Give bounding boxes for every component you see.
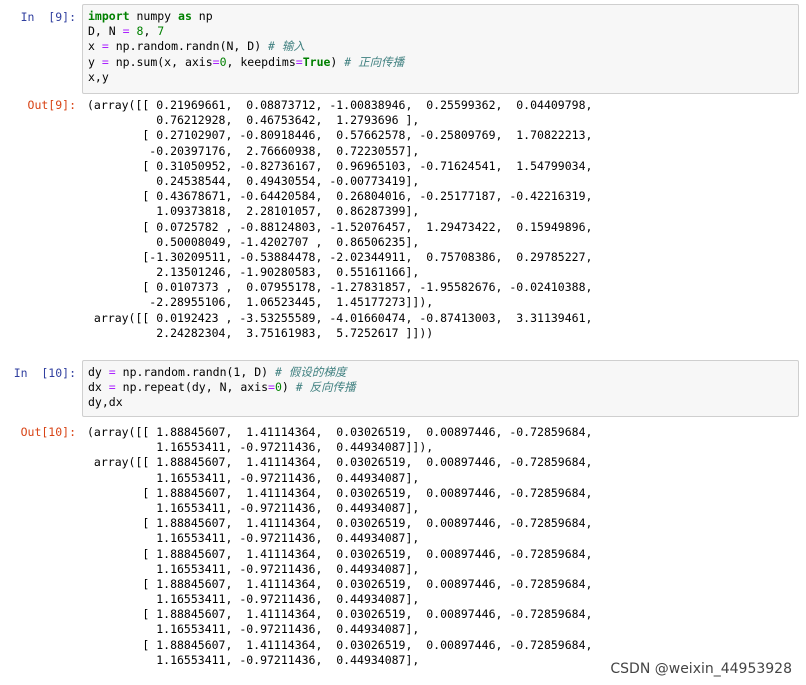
code-text: dy: [88, 365, 109, 379]
operator: =: [101, 39, 109, 54]
output-area: (array([[ 0.21969661, 0.08873712, -1.008…: [87, 98, 799, 341]
output-line: (array([[ 1.88845607, 1.41114364, 0.0302…: [87, 425, 593, 439]
code-text: np: [191, 9, 213, 23]
watermark: CSDN @weixin_44953928: [610, 661, 792, 677]
output-prompt: Out[9]:: [27, 98, 76, 112]
output-line: [ 1.88845607, 1.41114364, 0.03026519, 0.…: [87, 546, 593, 561]
output-line: [ 1.88845607, 1.41114364, 0.03026519, 0.…: [87, 485, 593, 500]
operator: =: [212, 54, 220, 69]
code-text: ): [281, 380, 296, 395]
output-line: 1.16553411, -0.97211436, 0.44934087],: [87, 561, 420, 576]
code-text: np.repeat(dy, N, axis: [115, 380, 269, 395]
output-line: 1.16553411, -0.97211436, 0.44934087]]),: [87, 440, 434, 455]
code-editor[interactable]: import numpy as np D, N = 8, 7 x = np.ra…: [82, 4, 799, 94]
output-line: 2.24282304, 3.75161983, 5.7252617 ]])): [87, 325, 434, 340]
output-line: array([[ 0.0192423 , -3.53255589, -4.016…: [87, 310, 593, 325]
code-editor[interactable]: dy = np.random.randn(1, D) # 假设的梯度 dx = …: [82, 360, 799, 417]
code-text: np.random.randn(1, D): [115, 365, 275, 379]
keyword: import: [88, 9, 130, 23]
code-text: ,: [143, 24, 158, 39]
operator: =: [108, 380, 116, 395]
keyword: True: [302, 54, 331, 69]
code-text: x: [88, 39, 102, 54]
output-line: [ 0.43678671, -0.64420584, 0.26804016, -…: [87, 189, 593, 204]
output-line: 1.16553411, -0.97211436, 0.44934087],: [87, 500, 420, 515]
input-prompt: In [9]:: [20, 10, 76, 24]
comment: # 假设的梯度: [274, 365, 347, 379]
comment: # 反向传播: [295, 380, 356, 395]
output-line: 1.16553411, -0.97211436, 0.44934087],: [87, 592, 420, 607]
code-text: x,y: [88, 69, 109, 84]
input-prompt: In [10]:: [13, 366, 76, 380]
code-text: ): [330, 54, 345, 69]
code-text: dx: [88, 380, 109, 395]
code-text: y: [88, 54, 102, 69]
operator: =: [101, 54, 109, 69]
output-line: [ 1.88845607, 1.41114364, 0.03026519, 0.…: [87, 607, 593, 622]
number: 7: [157, 24, 165, 39]
output-area: (array([[ 1.88845607, 1.41114364, 0.0302…: [87, 425, 799, 668]
output-line: -2.28955106, 1.06523445, 1.45177273]]),: [87, 295, 434, 310]
notebook: In [9]: import numpy as np D, N = 8, 7 x…: [0, 0, 806, 685]
output-line: (array([[ 0.21969661, 0.08873712, -1.008…: [87, 98, 593, 112]
operator: =: [268, 380, 275, 395]
output-line: -0.20397176, 2.76660938, 0.72230557],: [87, 143, 420, 158]
keyword: as: [178, 9, 192, 23]
output-line: 0.24538544, 0.49430554, -0.00773419],: [87, 173, 420, 188]
code-text: np.random.randn(N, D): [108, 39, 269, 54]
code-line: D, N = 8, 7: [88, 24, 793, 39]
code-text: np.sum(x, axis: [108, 54, 213, 69]
operator: =: [295, 54, 303, 69]
code-line: dy,dx: [88, 395, 793, 410]
output-line: 2.13501246, -1.90280583, 0.55161166],: [87, 265, 420, 280]
code-text: , keepdims: [226, 54, 296, 69]
output-line: [ 0.31050952, -0.82736167, 0.96965103, -…: [87, 158, 593, 173]
output-line: [ 1.88845607, 1.41114364, 0.03026519, 0.…: [87, 516, 593, 531]
code-line: y = np.sum(x, axis=0, keepdims=True) # 正…: [88, 55, 793, 70]
output-line: 1.16553411, -0.97211436, 0.44934087],: [87, 470, 420, 485]
output-prompt: Out[10]:: [20, 425, 76, 439]
code-text: D, N: [88, 24, 123, 39]
output-line: [ 1.88845607, 1.41114364, 0.03026519, 0.…: [87, 576, 593, 591]
operator: =: [108, 365, 116, 379]
output-line: [-1.30209511, -0.53884478, -2.02344911, …: [87, 249, 593, 264]
code-line: dx = np.repeat(dy, N, axis=0) # 反向传播: [88, 380, 793, 395]
code-text: dy,dx: [88, 395, 123, 410]
comment: # 正向传播: [344, 54, 405, 69]
code-line: import numpy as np: [88, 9, 793, 24]
number: 0: [219, 54, 227, 69]
operator: =: [122, 24, 130, 39]
output-line: 1.16553411, -0.97211436, 0.44934087],: [87, 531, 420, 546]
output-line: array([[ 1.88845607, 1.41114364, 0.03026…: [87, 455, 593, 470]
code-line: x = np.random.randn(N, D) # 输入: [88, 39, 793, 54]
number: 0: [274, 380, 282, 395]
code-line: dy = np.random.randn(1, D) # 假设的梯度: [88, 365, 793, 380]
output-line: 0.76212928, 0.46753642, 1.2793696 ],: [87, 113, 420, 128]
output-line: [ 0.0725782 , -0.88124803, -1.52076457, …: [87, 219, 593, 234]
code-text: numpy: [129, 9, 179, 23]
output-line: 1.09373818, 2.28101057, 0.86287399],: [87, 204, 420, 219]
output-line: [ 0.27102907, -0.80918446, 0.57662578, -…: [87, 128, 593, 143]
output-line: [ 0.0107373 , 0.07955178, -1.27831857, -…: [87, 280, 593, 295]
output-line: 0.50008049, -1.4202707 , 0.86506235],: [87, 234, 420, 249]
code-line: x,y: [88, 70, 793, 85]
output-line: [ 1.88845607, 1.41114364, 0.03026519, 0.…: [87, 637, 593, 652]
comment: # 输入: [268, 39, 305, 54]
output-line: 1.16553411, -0.97211436, 0.44934087],: [87, 622, 420, 637]
